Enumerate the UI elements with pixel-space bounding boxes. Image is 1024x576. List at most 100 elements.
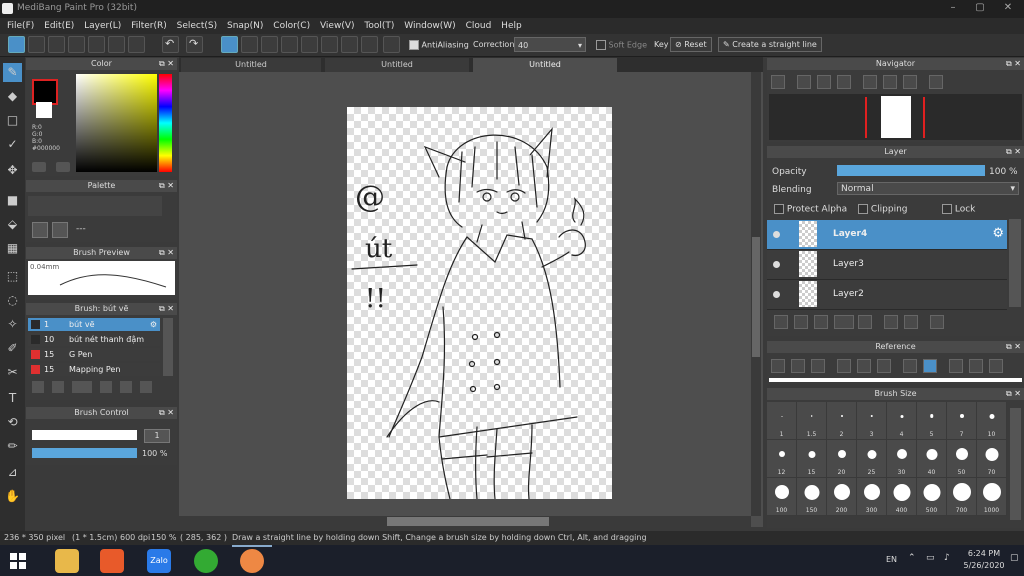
clock-time[interactable]: 6:24 PM bbox=[964, 549, 1004, 558]
brush-item[interactable]: 15 Mapping Pen bbox=[28, 363, 160, 376]
brush-duplicate-icon[interactable] bbox=[140, 381, 152, 393]
snap-radial-icon[interactable] bbox=[301, 36, 318, 53]
zalo-icon[interactable]: Zalo bbox=[147, 549, 171, 573]
panel-close-icon[interactable]: ⧉ ✕ bbox=[1006, 341, 1021, 353]
layer-opacity-slider[interactable] bbox=[837, 165, 985, 176]
panel-close-icon[interactable]: ⧉ ✕ bbox=[159, 180, 174, 192]
reference-eyedropper-icon[interactable] bbox=[903, 359, 917, 373]
snap-vanish-icon[interactable] bbox=[281, 36, 298, 53]
grid-icon[interactable] bbox=[128, 36, 145, 53]
reference-reset-icon[interactable] bbox=[969, 359, 983, 373]
tab-untitled-3[interactable]: Untitled bbox=[473, 58, 617, 72]
correction-dropdown[interactable]: 40 ▾ bbox=[514, 37, 586, 52]
snap-cross-icon[interactable] bbox=[261, 36, 278, 53]
brush-size-slider[interactable] bbox=[32, 430, 137, 440]
new-layer-icon[interactable] bbox=[774, 315, 788, 329]
reference-close-icon[interactable] bbox=[811, 359, 825, 373]
cloud-icon[interactable] bbox=[8, 36, 25, 53]
reference-rotate-right-icon[interactable] bbox=[989, 359, 1003, 373]
fit-icon[interactable] bbox=[817, 75, 831, 89]
menu-layer[interactable]: Layer(L) bbox=[84, 18, 121, 34]
eye-icon[interactable] bbox=[773, 291, 780, 298]
select-pen-icon[interactable]: ✐ bbox=[3, 339, 22, 358]
reference-cloud-icon[interactable] bbox=[771, 359, 785, 373]
rotate-right-icon[interactable] bbox=[903, 75, 917, 89]
volume-icon[interactable]: ♪ bbox=[944, 553, 950, 563]
merge-layer-icon[interactable] bbox=[904, 315, 918, 329]
delete-layer-icon[interactable] bbox=[930, 315, 944, 329]
blending-dropdown[interactable]: Normal ▾ bbox=[837, 182, 1019, 195]
text-tool-icon[interactable]: T bbox=[3, 389, 22, 408]
layer-row[interactable]: Layer4 ⚙ bbox=[767, 220, 1007, 250]
brush-size-cell[interactable]: 1 bbox=[767, 402, 797, 440]
comment-icon[interactable] bbox=[48, 36, 65, 53]
lock-checkbox[interactable] bbox=[942, 204, 952, 214]
zoom-out-icon[interactable] bbox=[837, 75, 851, 89]
brush-size-cell[interactable]: 1.5 bbox=[797, 402, 827, 440]
soft-edge-checkbox[interactable] bbox=[596, 40, 606, 50]
brush-size-cell[interactable]: 15 bbox=[797, 440, 827, 478]
canvas-vertical-scrollbar[interactable] bbox=[751, 72, 761, 516]
canvas-horizontal-scrollbar[interactable] bbox=[179, 516, 751, 527]
tab-untitled-1[interactable]: Untitled bbox=[181, 58, 321, 72]
canvas-vscroll-thumb[interactable] bbox=[752, 237, 760, 357]
color-swap-button[interactable] bbox=[56, 162, 70, 172]
brush-size-cell[interactable]: 70 bbox=[977, 440, 1007, 478]
shape-tool-icon[interactable]: ✓ bbox=[3, 135, 22, 154]
brush-size-cell[interactable]: 30 bbox=[887, 440, 917, 478]
brush-copy-icon[interactable] bbox=[100, 381, 112, 393]
straight-line-button[interactable]: ✎ Create a straight line bbox=[718, 37, 822, 52]
language-indicator[interactable]: EN bbox=[886, 555, 897, 564]
brush-folder-icon[interactable] bbox=[120, 381, 132, 393]
dot-tool-icon[interactable]: □ bbox=[3, 111, 22, 130]
layer-settings-gear-icon[interactable]: ⚙ bbox=[992, 226, 1004, 241]
brush-size-cell[interactable]: 100 bbox=[767, 478, 797, 516]
delete-palette-icon[interactable] bbox=[52, 222, 68, 238]
drawing-canvas[interactable]: @ út !! bbox=[347, 107, 612, 499]
brush-size-cell[interactable]: 400 bbox=[887, 478, 917, 516]
brush-size-cell[interactable]: 5 bbox=[917, 402, 947, 440]
brush-size-cell[interactable]: 10 bbox=[977, 402, 1007, 440]
menu-view[interactable]: View(V) bbox=[320, 18, 355, 34]
panel-close-icon[interactable]: ⧉ ✕ bbox=[1006, 388, 1021, 400]
brush-settings-gear-icon[interactable]: ⚙ bbox=[150, 318, 157, 331]
coccoc-browser-icon[interactable] bbox=[194, 549, 218, 573]
canvas-hscroll-thumb[interactable] bbox=[387, 517, 549, 526]
brush-size-cell[interactable]: 25 bbox=[857, 440, 887, 478]
snap-parallel-icon[interactable] bbox=[241, 36, 258, 53]
new-brush-icon[interactable] bbox=[52, 381, 64, 393]
menu-window[interactable]: Window(W) bbox=[404, 18, 455, 34]
select-eraser-icon[interactable]: ✂ bbox=[3, 363, 22, 382]
undo-icon[interactable]: ↶ bbox=[162, 36, 179, 53]
eraser-tool-icon[interactable]: ◆ bbox=[3, 87, 22, 106]
menu-cloud[interactable]: Cloud bbox=[466, 18, 492, 34]
panel-close-icon[interactable]: ⧉ ✕ bbox=[159, 247, 174, 259]
reference-open-icon[interactable] bbox=[791, 359, 805, 373]
zoom-in-icon[interactable] bbox=[771, 75, 785, 89]
maximize-icon[interactable]: ▢ bbox=[970, 2, 990, 13]
page-icon[interactable] bbox=[88, 36, 105, 53]
menu-file[interactable]: File(F) bbox=[7, 18, 34, 34]
navigator-preview[interactable] bbox=[769, 94, 1022, 140]
reset-button[interactable]: ⊘ Reset bbox=[670, 37, 712, 52]
eyedropper-tool-icon[interactable]: ⊿ bbox=[3, 463, 22, 482]
layer-row[interactable]: Layer2 bbox=[767, 280, 1007, 310]
layer-menu-icon[interactable] bbox=[834, 315, 854, 329]
color-mode-button[interactable] bbox=[32, 162, 46, 172]
redo-icon[interactable]: ↷ bbox=[186, 36, 203, 53]
background-color-swatch[interactable] bbox=[36, 102, 52, 118]
brush-size-value[interactable]: 1 bbox=[144, 429, 170, 443]
medibang-taskbar-icon[interactable] bbox=[240, 549, 264, 573]
settings-gear-icon[interactable] bbox=[383, 36, 400, 53]
brush-size-cell[interactable]: 500 bbox=[917, 478, 947, 516]
reference-zoom-in-icon[interactable] bbox=[837, 359, 851, 373]
lasso-tool-icon[interactable]: ◌ bbox=[3, 291, 22, 310]
panel-close-icon[interactable]: ⧉ ✕ bbox=[1006, 58, 1021, 70]
brush-size-cell[interactable]: 1000 bbox=[977, 478, 1007, 516]
saturation-value-picker[interactable] bbox=[76, 74, 157, 172]
magic-wand-icon[interactable]: ✧ bbox=[3, 315, 22, 334]
layer-folder-icon[interactable] bbox=[858, 315, 872, 329]
menu-filter[interactable]: Filter(R) bbox=[131, 18, 167, 34]
flip-icon[interactable] bbox=[929, 75, 943, 89]
antialiasing-checkbox[interactable] bbox=[409, 40, 419, 50]
